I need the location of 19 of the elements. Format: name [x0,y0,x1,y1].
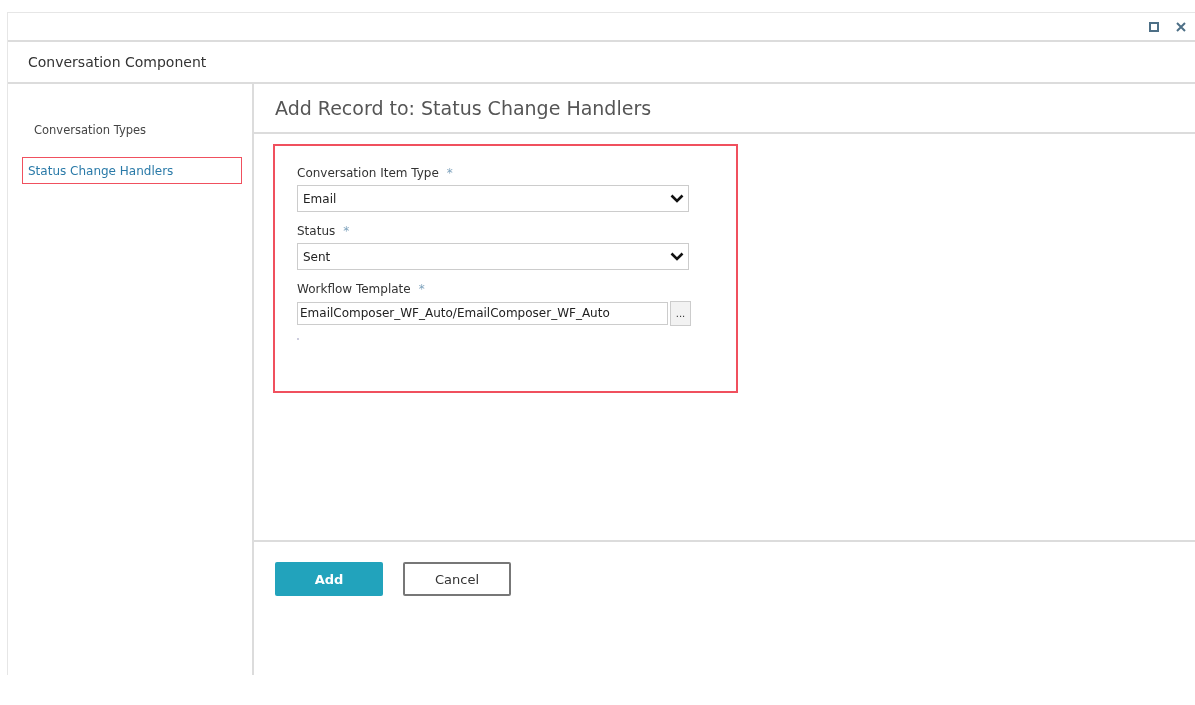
required-marker: * [418,282,425,296]
chevron-down-icon [670,252,684,261]
form-title: Add Record to: Status Change Handlers [275,97,652,119]
chevron-down-icon [670,194,684,203]
window-title: Conversation Component [28,54,207,70]
dropdown[interactable]: Sent [297,243,689,270]
field-label: Conversation Item Type [297,166,439,180]
maximize-icon[interactable] [1149,21,1159,32]
required-marker: * [446,166,453,180]
close-icon[interactable] [1176,21,1186,32]
required-marker: * [343,224,350,238]
sidebar-item[interactable]: Conversation Types [22,117,159,143]
input-field[interactable]: EmailComposer_WF_Auto/EmailComposer_WF_Auto [297,302,668,325]
field-label: Workflow Template [297,282,411,296]
browse-button[interactable]: ... [670,301,691,326]
sidebar-item[interactable]: Status Change Handlers [22,157,242,184]
dropdown[interactable]: Email [297,185,689,212]
cancel-button[interactable]: Cancel [403,562,511,596]
field-label: Status [297,224,336,238]
